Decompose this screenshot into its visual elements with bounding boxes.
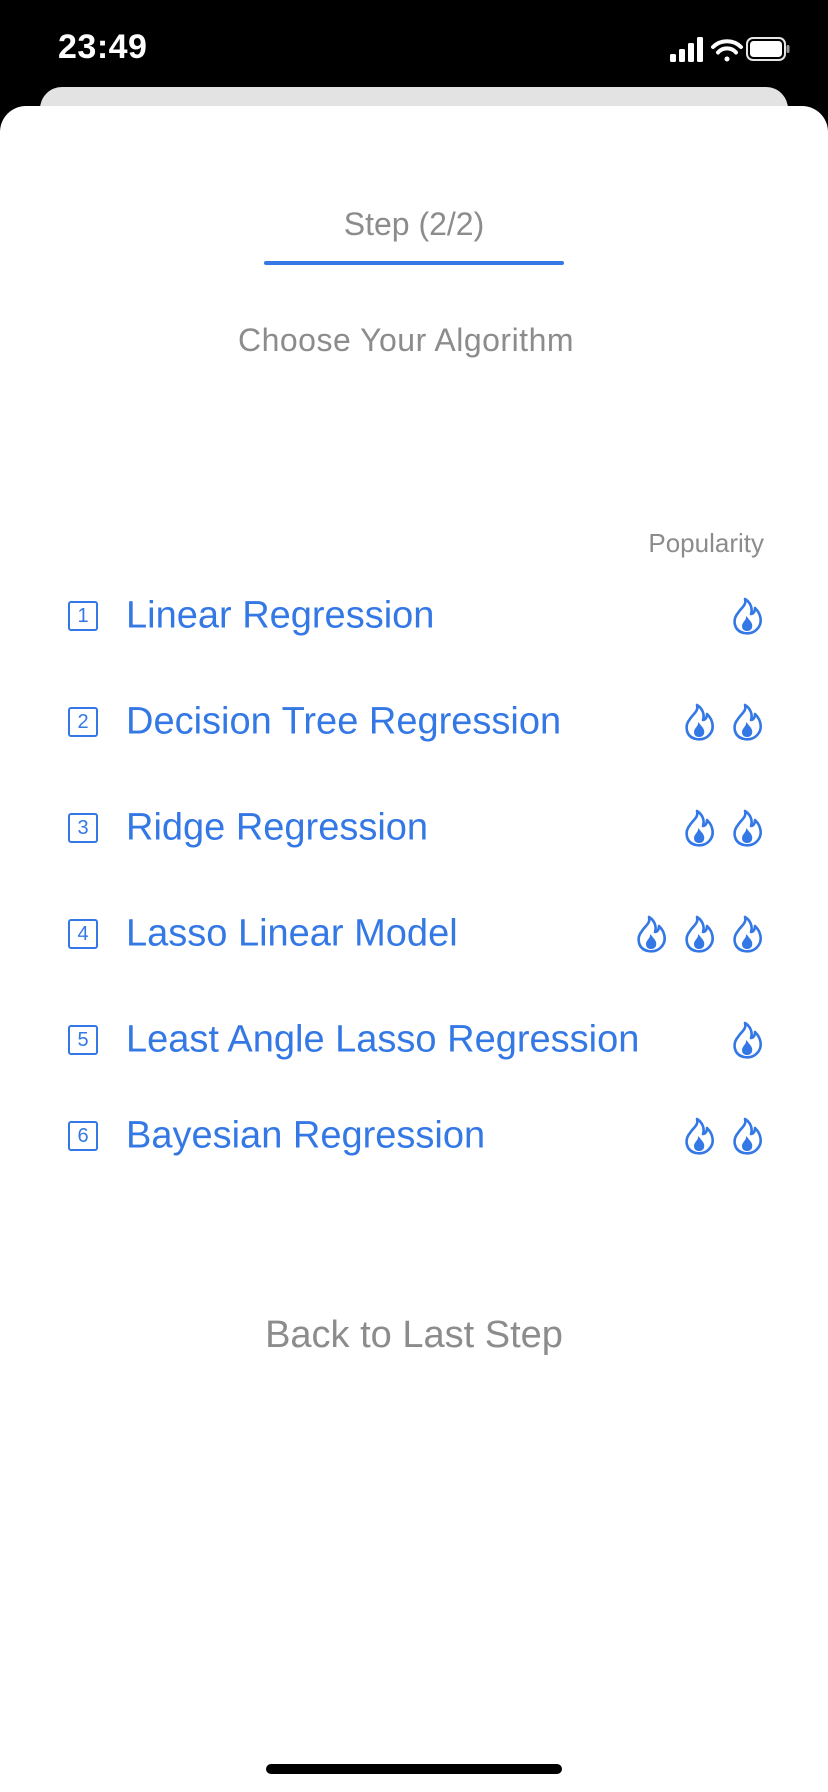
algorithm-sheet: Step (2/2) Choose Your Algorithm Popular…	[0, 106, 828, 1792]
popularity-rating	[682, 702, 764, 742]
page-subtitle: Choose Your Algorithm	[237, 322, 575, 358]
flame-icon	[730, 914, 764, 954]
number-badge-icon: 2	[68, 707, 98, 737]
flame-icon	[730, 1116, 764, 1156]
step-underline	[264, 261, 564, 265]
cellular-signal-icon	[670, 37, 703, 62]
step-title: Step (2/2)	[343, 206, 485, 242]
flame-icon	[730, 1020, 764, 1060]
wifi-icon	[711, 39, 743, 62]
number-badge-icon: 3	[68, 813, 98, 843]
status-bar: 23:49	[0, 0, 828, 100]
flame-icon	[730, 702, 764, 742]
status-icons	[670, 36, 790, 64]
algorithm-label: Linear Regression	[126, 594, 435, 637]
popularity-column-header: Popularity	[648, 528, 764, 558]
flame-icon	[682, 702, 716, 742]
algorithm-item-bayesian-regression[interactable]: 6 Bayesian Regression	[64, 1106, 764, 1166]
number-badge-icon: 4	[68, 919, 98, 949]
flame-icon	[682, 914, 716, 954]
number-badge-icon: 1	[68, 601, 98, 631]
status-time: 23:49	[58, 28, 148, 66]
flame-icon	[682, 808, 716, 848]
flame-icon	[682, 1116, 716, 1156]
back-to-last-step-button[interactable]: Back to Last Step	[0, 1314, 828, 1357]
algorithm-label: Least Angle Lasso Regression	[126, 1018, 640, 1061]
algorithm-item-linear-regression[interactable]: 1 Linear Regression	[64, 586, 764, 646]
home-indicator[interactable]	[266, 1764, 562, 1774]
popularity-rating	[634, 914, 764, 954]
algorithm-item-decision-tree-regression[interactable]: 2 Decision Tree Regression	[64, 692, 764, 752]
algorithm-label: Lasso Linear Model	[126, 912, 458, 955]
number-badge-icon: 5	[68, 1025, 98, 1055]
popularity-rating	[730, 1020, 764, 1060]
popularity-rating	[682, 1116, 764, 1156]
algorithm-label: Ridge Regression	[126, 806, 429, 849]
flame-icon	[730, 808, 764, 848]
algorithm-item-ridge-regression[interactable]: 3 Ridge Regression	[64, 798, 764, 858]
algorithm-label: Decision Tree Regression	[126, 700, 562, 743]
popularity-rating	[730, 596, 764, 636]
algorithm-item-least-angle-lasso-regression[interactable]: 5 Least Angle Lasso Regression	[64, 1010, 764, 1070]
battery-icon	[746, 37, 790, 61]
popularity-rating	[682, 808, 764, 848]
flame-icon	[730, 596, 764, 636]
flame-icon	[634, 914, 668, 954]
algorithm-label: Bayesian Regression	[126, 1114, 486, 1157]
number-badge-icon: 6	[68, 1121, 98, 1151]
algorithm-item-lasso-linear-model[interactable]: 4 Lasso Linear Model	[64, 904, 764, 964]
